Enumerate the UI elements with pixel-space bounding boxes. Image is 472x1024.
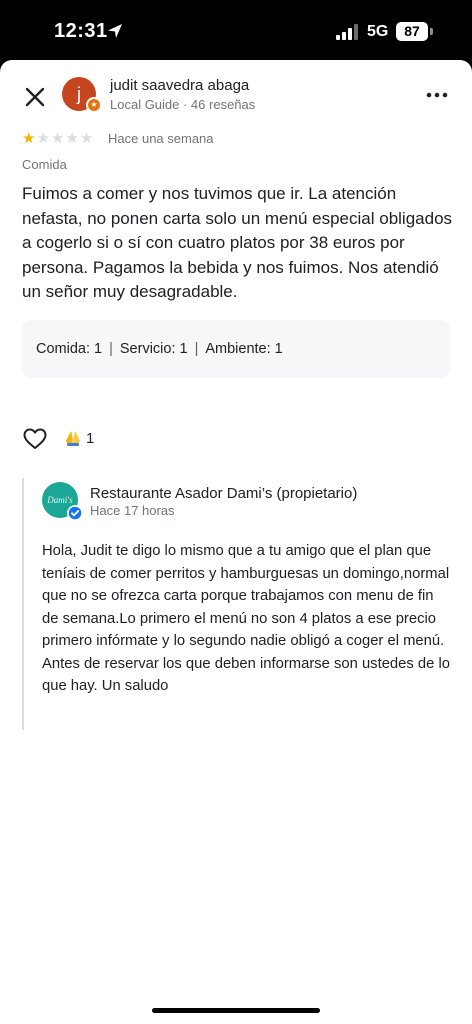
verified-icon (67, 505, 83, 521)
service-rating: Servicio: 1 (119, 341, 188, 357)
review-time: Hace una semana (108, 131, 214, 146)
signal-icon (336, 24, 358, 40)
reviewer-meta: Local Guide · 46 reseñas (110, 97, 256, 112)
reaction-count: 1 (86, 429, 95, 447)
pray-icon (66, 431, 80, 446)
close-icon[interactable] (20, 82, 50, 112)
owner-reply: Dami's Restaurante Asador Dami’s (propie… (22, 478, 452, 730)
star-icon: ★ (65, 130, 79, 147)
heart-icon[interactable] (22, 426, 48, 452)
review-category: Comida (22, 157, 67, 172)
network-label: 5G (367, 23, 389, 40)
status-time: 12:31 (54, 20, 108, 42)
battery-tip (430, 28, 433, 35)
location-arrow-icon (108, 24, 122, 38)
reviewer-name[interactable]: judit saavedra abaga (110, 77, 249, 94)
reaction-button[interactable]: 1 (64, 429, 94, 447)
home-indicator (152, 1008, 320, 1013)
sub-ratings: Comida: 1 | Servicio: 1 | Ambiente: 1 (22, 320, 450, 378)
separator: | (109, 341, 113, 357)
star-icon: ★ (50, 130, 65, 147)
separator: | (194, 341, 199, 357)
ambience-rating: Ambiente: 1 (205, 341, 283, 357)
star-rating: ★ ★ ★ ★ ★ (22, 131, 93, 147)
review-text: Fuimos a comer y nos tuvimos que ir. La … (22, 184, 453, 301)
review-sheet: j ★ judit saavedra abaga Local Guide · 4… (0, 60, 472, 1024)
star-icon: ★ (22, 130, 36, 147)
star-icon: ★ (79, 130, 94, 147)
owner-name[interactable]: Restaurante Asador Dami’s (propietario) (90, 485, 357, 502)
local-guide-badge-icon: ★ (86, 97, 102, 113)
status-bar: 12:31 5G 87 (0, 0, 472, 62)
more-icon[interactable] (424, 82, 450, 108)
star-icon: ★ (36, 130, 50, 147)
owner-reply-time: Hace 17 horas (90, 503, 175, 518)
battery-icon: 87 (396, 22, 428, 41)
food-rating: Comida: 1 (36, 341, 103, 357)
owner-reply-text: Hola, Judit te digo lo mismo que a tu am… (42, 543, 450, 694)
